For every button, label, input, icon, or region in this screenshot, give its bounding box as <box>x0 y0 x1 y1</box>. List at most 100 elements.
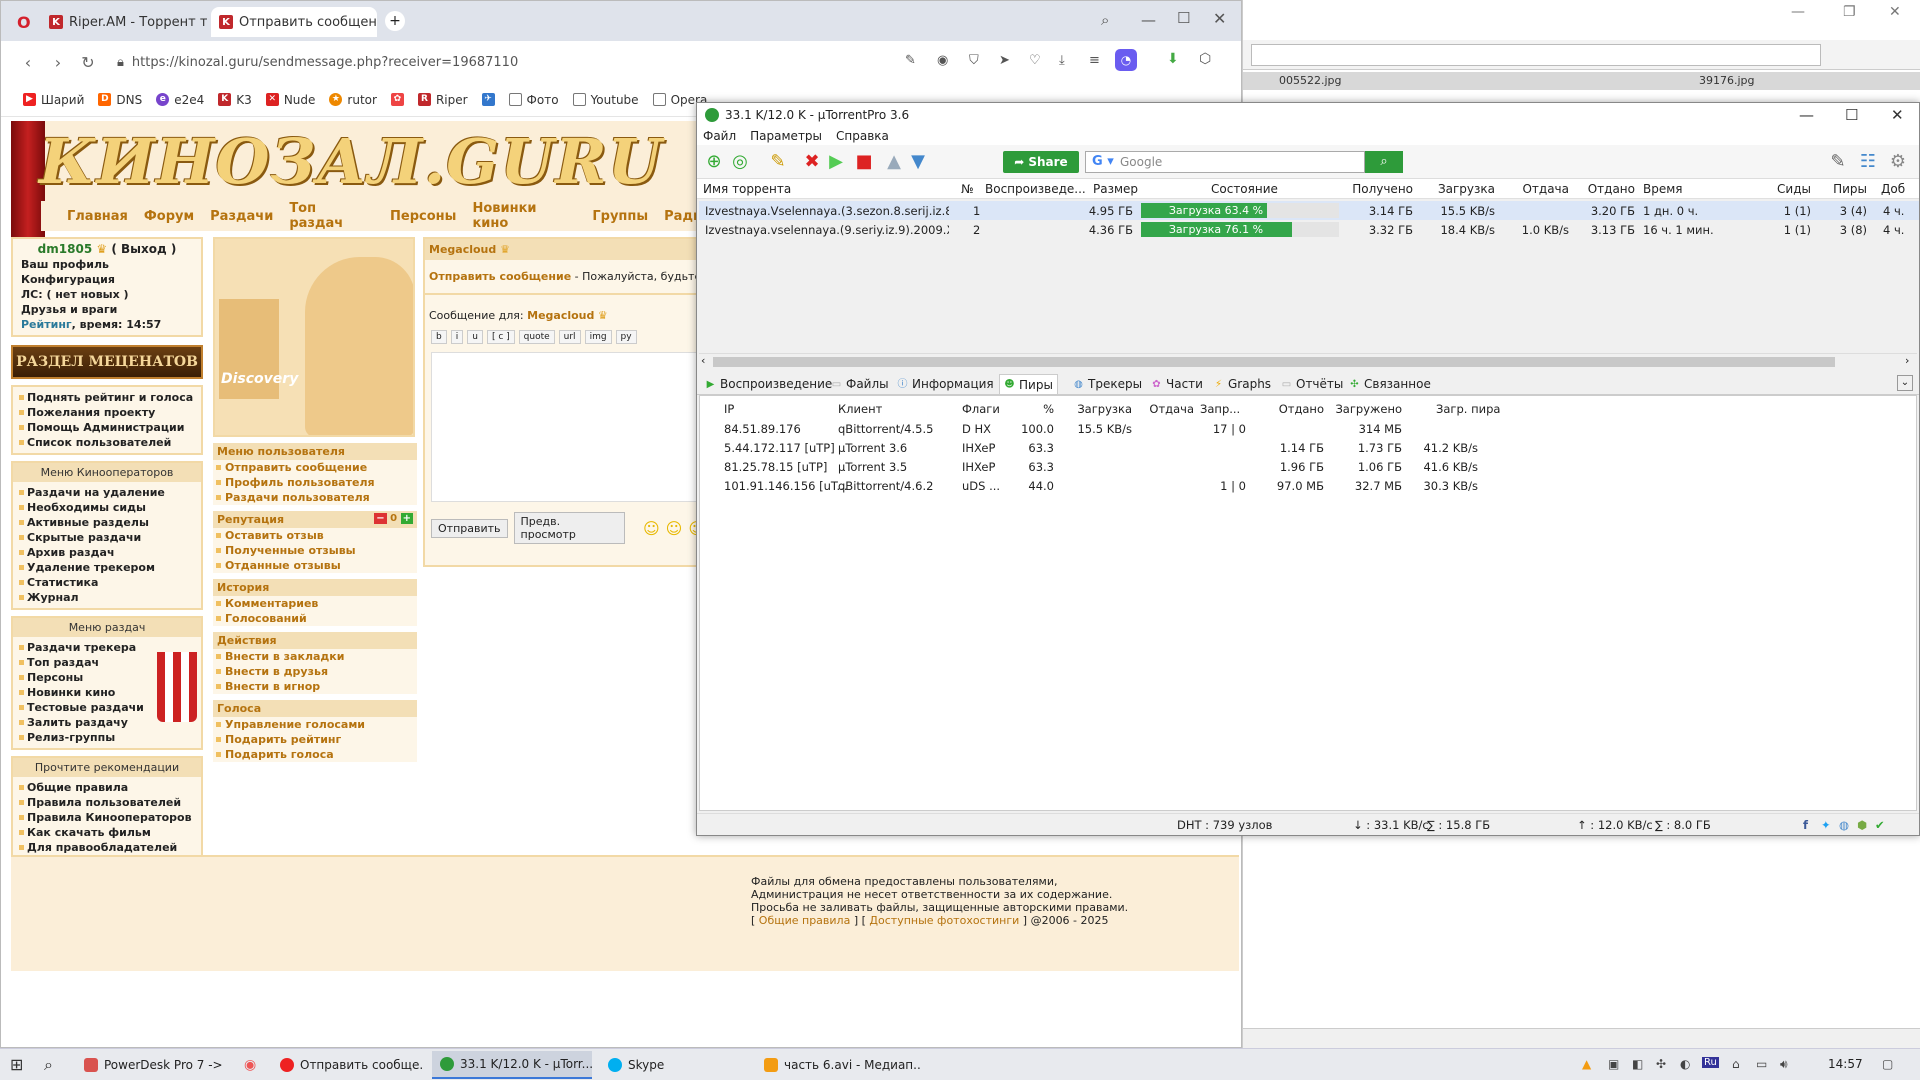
tab-trackers[interactable]: ◍ Трекеры <box>1069 374 1146 394</box>
menu-link[interactable]: Внести в закладки <box>213 649 417 664</box>
notifications-icon[interactable]: ▢ <box>1882 1057 1893 1071</box>
bookmark[interactable]: ✕ Nude <box>265 93 315 107</box>
column-header[interactable]: Сиды <box>1763 182 1811 196</box>
column-header[interactable]: Загружено <box>1332 402 1402 416</box>
search-button[interactable]: ⌕ <box>1365 151 1403 173</box>
maximize-icon[interactable]: ☐ <box>1177 9 1190 27</box>
smiley-icon[interactable]: ☺ <box>643 519 660 538</box>
heart-icon[interactable]: ♡ <box>1029 53 1041 68</box>
receiver-link[interactable]: Megacloud <box>527 309 594 322</box>
add-torrent-icon[interactable]: ⊕ <box>703 151 725 173</box>
taskbar-item-utorrent[interactable]: 33.1 K/12.0 K - µTorr... <box>432 1051 592 1079</box>
menu-link[interactable]: Голосований <box>213 611 417 626</box>
column-header[interactable]: Получено <box>1329 182 1413 196</box>
download-speed[interactable]: ↓ : 33.1 KB/с <box>1353 818 1429 832</box>
menu-item[interactable]: Группы <box>592 209 648 224</box>
bookmark-folder[interactable]: Youtube <box>572 93 639 107</box>
quote-button[interactable]: quote <box>518 330 555 344</box>
peer-row[interactable]: 84.51.89.176 qBittorrent/4.5.5 D HX 100.… <box>700 420 1916 438</box>
bookmark[interactable]: ▶ Шарий <box>23 93 84 107</box>
italic-button[interactable]: i <box>450 330 464 344</box>
torrent-row[interactable]: Izvestnaya.Vselennaya.(3.sezon.8.serij.i… <box>699 201 1919 220</box>
menu-link[interactable]: Управление голосами <box>213 717 417 732</box>
menu-options[interactable]: Параметры <box>750 129 822 143</box>
add-url-icon[interactable]: ◎ <box>729 151 751 173</box>
close-icon[interactable]: ✕ <box>1213 9 1226 28</box>
menu-help[interactable]: Справка <box>836 129 889 143</box>
file-label[interactable]: 005522.jpg <box>1279 74 1342 87</box>
column-header[interactable]: Клиент <box>838 402 882 416</box>
menu-link[interactable]: Подарить рейтинг <box>213 732 417 747</box>
tab-info[interactable]: ⓘ Информация <box>893 374 998 394</box>
friends-link[interactable]: Друзья и враги <box>21 302 193 317</box>
torrent-row[interactable]: Izvestnaya.vselennaya.(9.seriy.iz.9).200… <box>699 220 1919 239</box>
tab-pieces[interactable]: ✿ Части <box>1147 374 1207 394</box>
menu-link[interactable]: Подарить голоса <box>213 747 417 762</box>
menu-item[interactable]: Раздачи <box>210 209 273 224</box>
start-icon[interactable]: ▶ <box>825 151 847 173</box>
menu-link[interactable]: Необходимы сиды <box>19 500 195 515</box>
menu-file[interactable]: Файл <box>703 129 736 143</box>
status-ok-icon[interactable]: ✔ <box>1875 818 1885 832</box>
edit-icon[interactable]: ✎ <box>905 53 916 68</box>
menu-link[interactable]: Для правообладателей <box>19 840 195 855</box>
column-header[interactable]: Отдано <box>1577 182 1635 196</box>
column-header[interactable]: Воспроизведе... <box>985 182 1086 196</box>
column-header[interactable]: Загрузка <box>1423 182 1495 196</box>
search-icon[interactable]: ⌕ <box>44 1055 53 1075</box>
menu-item[interactable]: Главная <box>67 209 128 224</box>
menu-link[interactable]: Удаление трекером <box>19 560 195 575</box>
menu-link[interactable]: Правила Кинооператоров <box>19 810 195 825</box>
tab-riper[interactable]: K Riper.AM - Торрент треке <box>41 7 207 37</box>
scroll-right-icon[interactable]: › <box>1905 354 1909 367</box>
minimize-icon[interactable]: — <box>1799 106 1814 124</box>
translit-button[interactable]: py <box>615 330 637 344</box>
url-button[interactable]: url <box>558 330 581 344</box>
menu-link[interactable]: Внести в друзья <box>213 664 417 679</box>
config-link[interactable]: Конфигурация <box>21 272 193 287</box>
rss-icon[interactable]: ☷ <box>1857 151 1879 173</box>
receiver-name[interactable]: Megacloud <box>429 243 496 256</box>
user-torrents-link[interactable]: Раздачи пользователя <box>213 490 417 505</box>
send-message-link[interactable]: Отправить сообщение <box>213 460 417 475</box>
user-profile-link[interactable]: Профиль пользователя <box>213 475 417 490</box>
menu-link[interactable]: Как скачать фильм <box>19 825 195 840</box>
rules-link[interactable]: Общие правила <box>759 914 851 927</box>
extension-icon[interactable]: ⬇ <box>1167 51 1179 67</box>
tab-peers[interactable]: ☻ Пиры <box>999 374 1058 394</box>
clock[interactable]: 14:57 <box>1828 1057 1863 1071</box>
move-up-icon[interactable]: ▲ <box>883 151 905 173</box>
rating-link[interactable]: Рейтинг <box>21 318 72 331</box>
menu-link[interactable]: Архив раздач <box>19 545 195 560</box>
peer-row[interactable]: 101.91.146.156 [uT... qBittorrent/4.6.2 … <box>700 477 1916 495</box>
column-header[interactable]: Отдано <box>1254 402 1324 416</box>
close-icon[interactable]: ✕ <box>1889 4 1901 20</box>
reload-icon[interactable]: ↻ <box>73 53 103 72</box>
search-tabs-icon[interactable]: ⌕ <box>1101 11 1109 29</box>
minimize-icon[interactable]: — <box>1141 11 1156 29</box>
menu-link[interactable]: Поднять рейтинг и голоса <box>19 390 195 405</box>
tray-icon[interactable]: ✣ <box>1656 1057 1666 1071</box>
menu-link[interactable]: Релиз-группы <box>19 730 195 745</box>
column-header[interactable]: Размер <box>1093 182 1138 196</box>
menu-link[interactable]: Активные разделы <box>19 515 195 530</box>
web-icon[interactable]: ◍ <box>1839 818 1849 832</box>
network-icon[interactable]: ▭ <box>1756 1057 1767 1071</box>
stop-icon[interactable]: ■ <box>853 151 875 173</box>
bold-button[interactable]: b <box>431 330 447 344</box>
peer-row[interactable]: 5.44.172.117 [uTP] µTorrent 3.6 IHXeP 63… <box>700 439 1916 457</box>
send-icon[interactable]: ➤ <box>999 53 1010 68</box>
tray-icon[interactable]: ◧ <box>1632 1057 1643 1071</box>
menu-link[interactable]: Раздачи на удаление <box>19 485 195 500</box>
preview-button[interactable]: Предв. просмотр <box>513 512 625 544</box>
column-header[interactable]: Состояние <box>1211 182 1278 196</box>
menu-link[interactable]: Оставить отзыв <box>213 528 417 543</box>
scrollbar-thumb[interactable] <box>713 357 1835 367</box>
smiley-icon[interactable]: ☺ <box>666 519 683 538</box>
move-down-icon[interactable]: ▼ <box>907 151 929 173</box>
username-link[interactable]: dm1805 <box>38 242 93 256</box>
bookmark[interactable]: ✈ <box>481 93 495 106</box>
tray-icon[interactable]: ⌂ <box>1732 1057 1740 1071</box>
bookmark[interactable]: R Riper <box>417 93 468 107</box>
windows-start-icon[interactable]: ⊞ <box>10 1055 23 1074</box>
